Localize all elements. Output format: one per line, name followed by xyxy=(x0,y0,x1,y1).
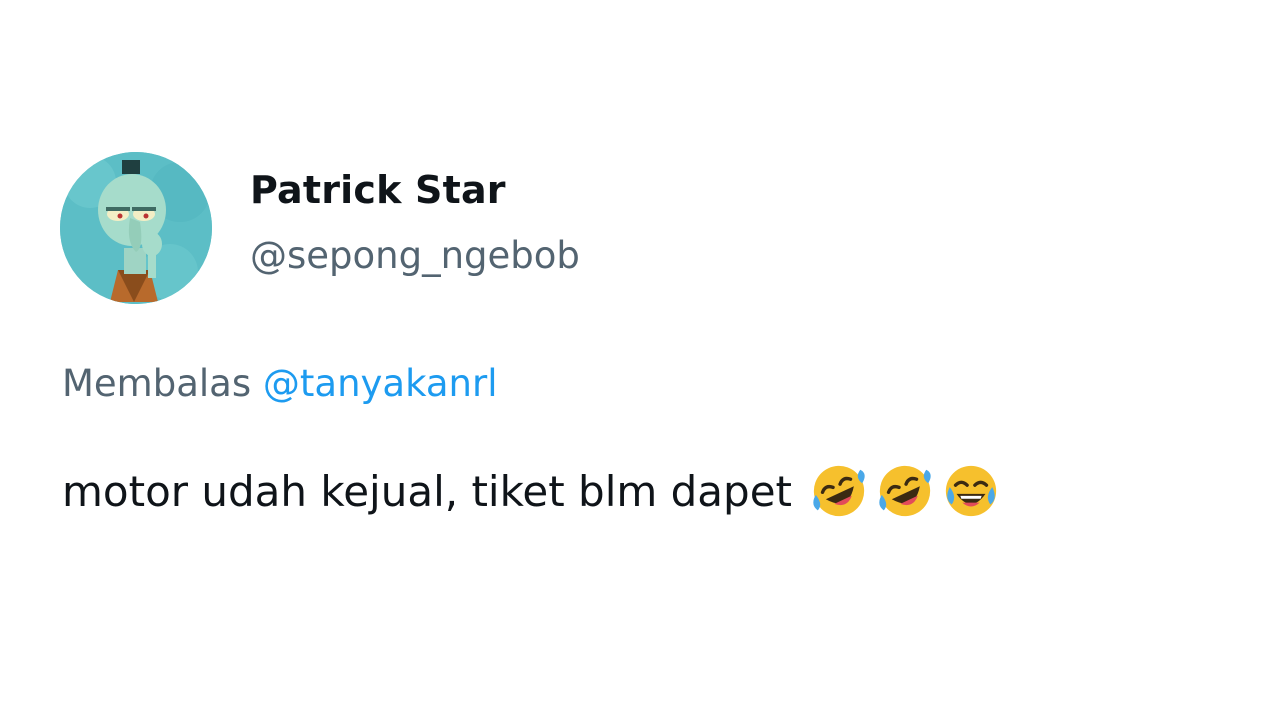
rolling-on-floor-laughing-icon xyxy=(810,462,868,520)
avatar[interactable] xyxy=(60,152,212,304)
author-display-name[interactable]: Patrick Star xyxy=(250,168,506,212)
rolling-on-floor-laughing-icon xyxy=(876,462,934,520)
reply-context: Membalas @tanyakanrl xyxy=(62,362,497,405)
squidward-avatar-icon xyxy=(60,152,212,304)
tweet-text: motor udah kejual, tiket blm dapet xyxy=(62,466,793,516)
emoji-group xyxy=(810,462,1000,520)
tweet-body: motor udah kejual, tiket blm dapet xyxy=(62,462,1000,520)
reply-mention-link[interactable]: @tanyakanrl xyxy=(263,362,498,405)
reply-prefix: Membalas xyxy=(62,362,252,405)
tweet-card: Patrick Star @sepong_ngebob Membalas @ta… xyxy=(0,0,1280,720)
author-handle[interactable]: @sepong_ngebob xyxy=(250,234,580,277)
face-with-tears-of-joy-icon xyxy=(942,462,1000,520)
